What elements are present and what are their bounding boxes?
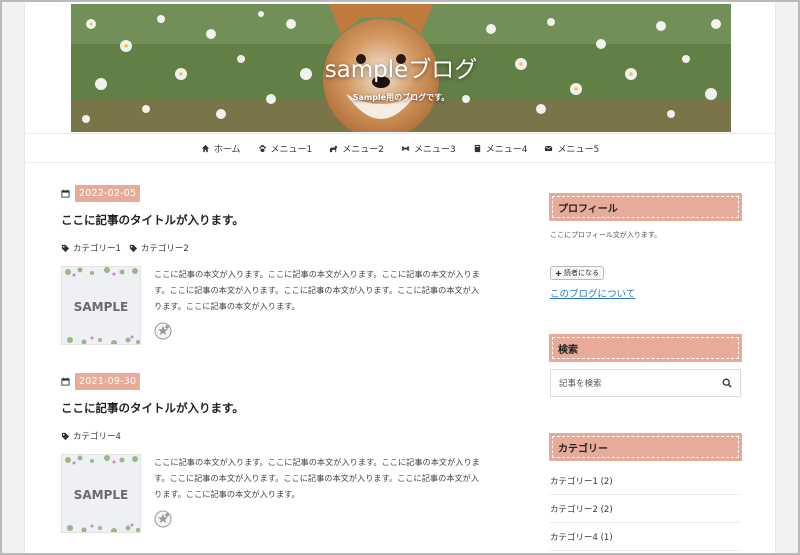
widget-title: プロフィール [549,193,742,221]
widget-categories: カテゴリー カテゴリー1 (2) カテゴリー2 (2) カテゴリー4 (1) [549,433,742,551]
category-tag[interactable]: カテゴリー2 [129,242,189,254]
category-label: カテゴリー4 [73,432,121,442]
hatena-bookmark-icon[interactable] [154,322,172,340]
screenshot-frame: sampleブログ Sample用のブログです。 ホーム メニュー1 メニュー2… [0,0,800,555]
post-thumbnail[interactable]: SAMPLE [61,266,141,345]
thumbnail-text: SAMPLE [73,300,129,314]
dog-icon [330,145,338,152]
post-date-row: 2022-02-05 [61,185,481,202]
envelope-icon [545,145,553,151]
nav-label: メニュー5 [557,144,600,155]
post-title[interactable]: ここに記事のタイトルが入ります。 [61,400,481,416]
category-label: カテゴリー2 [140,244,189,254]
post-body: SAMPLE ここに記事の本文が入ります。ここに記事の本文が入ります。ここに記事… [61,454,481,533]
nav-item-menu1[interactable]: メニュー1 [258,142,313,155]
site-title[interactable]: sampleブログ [71,50,731,84]
category-list-item[interactable]: カテゴリー1 (2) [550,467,741,495]
widget-title-text: 検索 [552,337,739,359]
category-tag[interactable]: カテゴリー4 [61,430,121,442]
thumbnail-text: SAMPLE [73,488,129,502]
search-input[interactable]: 記事を検索 [550,369,741,397]
widget-search: 検索 記事を検索 [549,334,742,397]
search-icon[interactable] [722,378,732,388]
post-thumbnail[interactable]: SAMPLE [61,454,141,533]
tag-icon [61,244,70,252]
calendar-icon [61,377,70,386]
follow-label: 読者になる [564,269,599,277]
post-categories: カテゴリー4 [61,430,481,442]
about-blog-link[interactable]: このブログについて [550,286,742,300]
category-label: カテゴリー1 [73,244,121,254]
widget-title-text: プロフィール [552,196,739,218]
post-excerpt-wrap: ここに記事の本文が入ります。ここに記事の本文が入ります。ここに記事の本文が入りま… [141,266,481,345]
profile-text: ここにプロフィール文が入ります。 [550,231,662,239]
nav-label: メニュー2 [342,144,384,155]
category-tag[interactable]: カテゴリー1 [61,242,121,254]
widget-title: カテゴリー [549,433,742,461]
nav-item-menu2[interactable]: メニュー2 [329,142,384,155]
global-nav: ホーム メニュー1 メニュー2 メニュー3 メニュー4 メニュー5 [25,133,775,163]
widget-profile: プロフィール ここにプロフィール文が入ります。 読者になる このブログについて [549,193,742,300]
nav-label: メニュー1 [270,144,313,155]
post-excerpt: ここに記事の本文が入ります。ここに記事の本文が入ります。ここに記事の本文が入りま… [154,269,480,311]
nav-item-menu3[interactable]: メニュー3 [401,142,456,155]
search-placeholder: 記事を検索 [559,379,602,389]
category-list: カテゴリー1 (2) カテゴリー2 (2) カテゴリー4 (1) [550,467,742,551]
post-excerpt-wrap: ここに記事の本文が入ります。ここに記事の本文が入ります。ここに記事の本文が入りま… [141,454,481,533]
post-date: 2021-09-30 [75,373,141,390]
hatena-bookmark-icon[interactable] [154,510,172,528]
category-list-item[interactable]: カテゴリー2 (2) [550,495,741,523]
post-date: 2022-02-05 [75,185,141,202]
nav-item-menu5[interactable]: メニュー5 [544,142,599,155]
bone-icon [401,145,410,151]
nav-item-menu4[interactable]: メニュー4 [473,142,528,155]
post-body: SAMPLE ここに記事の本文が入ります。ここに記事の本文が入ります。ここに記事… [61,266,481,345]
book-icon [474,144,480,152]
page: sampleブログ Sample用のブログです。 ホーム メニュー1 メニュー2… [24,2,776,553]
post-categories: カテゴリー1 カテゴリー2 [61,242,481,254]
plus-icon [555,270,562,276]
nav-label: ホーム [213,144,241,155]
post-title[interactable]: ここに記事のタイトルが入ります。 [61,212,481,228]
category-list-item[interactable]: カテゴリー4 (1) [550,523,741,551]
post-excerpt: ここに記事の本文が入ります。ここに記事の本文が入ります。ここに記事の本文が入りま… [154,457,480,499]
header-image[interactable]: sampleブログ Sample用のブログです。 [71,4,731,132]
follow-button[interactable]: 読者になる [550,266,604,280]
calendar-icon [61,189,70,198]
post-date-row: 2021-09-30 [61,373,481,390]
tag-icon [61,432,70,440]
widget-title: 検索 [549,334,742,362]
widget-title-text: カテゴリー [552,436,739,458]
post-card: 2021-09-30 ここに記事のタイトルが入ります。 カテゴリー4 SAMPL… [61,373,481,533]
post-card: 2022-02-05 ここに記事のタイトルが入ります。 カテゴリー1 カテゴリー… [61,185,481,345]
nav-label: メニュー4 [485,144,528,155]
paw-icon [258,144,266,152]
home-icon [201,144,209,152]
nav-label: メニュー3 [414,144,456,155]
tag-icon [129,244,138,252]
site-description: Sample用のブログです。 [352,93,450,102]
nav-item-home[interactable]: ホーム [201,142,241,155]
